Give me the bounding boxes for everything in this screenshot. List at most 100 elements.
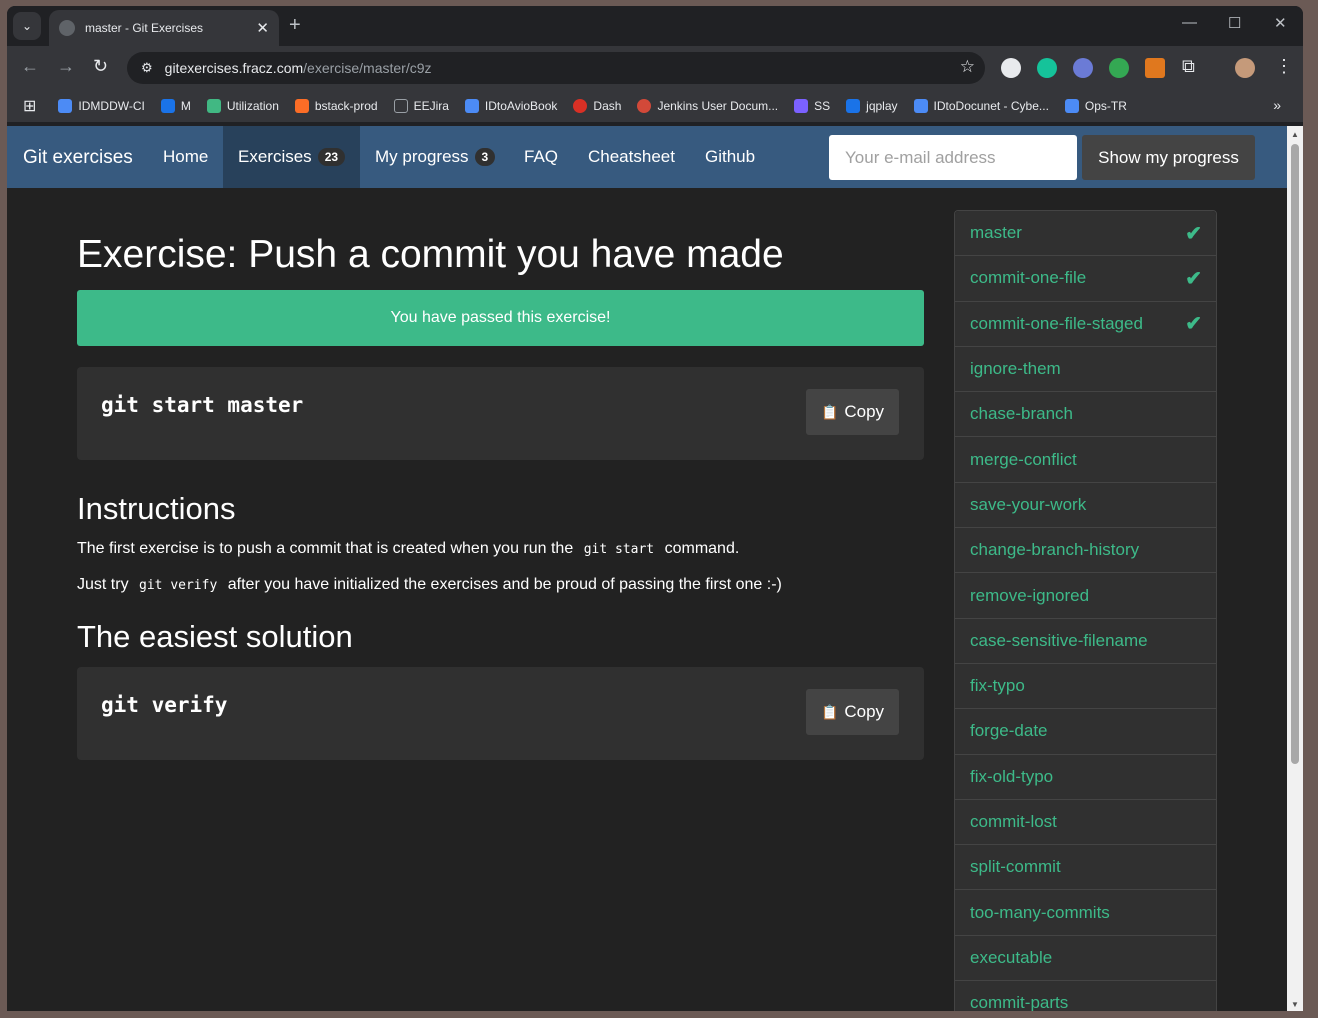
brand-link[interactable]: Git exercises <box>23 147 133 169</box>
email-input[interactable] <box>829 135 1077 180</box>
bookmark-8[interactable]: SS <box>794 99 830 113</box>
scroll-up-icon[interactable]: ▲ <box>1291 130 1299 139</box>
sidebar-item-save-your-work[interactable]: save-your-work <box>955 482 1216 529</box>
nav-github[interactable]: Github <box>690 126 770 188</box>
sidebar-item-master[interactable]: master ✔ <box>955 211 1216 257</box>
jira-icon <box>58 99 73 113</box>
triangle-icon <box>794 99 809 113</box>
forward-icon[interactable]: → <box>57 56 75 77</box>
clipboard-icon: 📋 <box>820 703 839 720</box>
nav-exercises-label: Exercises <box>238 147 312 166</box>
sidebar-item-fix-typo[interactable]: fix-typo <box>955 663 1216 710</box>
sidebar-item-fix-old-typo[interactable]: fix-old-typo <box>955 754 1216 800</box>
nav-cheatsheet[interactable]: Cheatsheet <box>573 126 690 188</box>
sidebar-item-remove-ignored[interactable]: remove-ignored <box>955 573 1216 619</box>
sidebar-item-label: too-many-commits <box>970 902 1110 922</box>
bookmark-star-icon[interactable]: ☆ <box>960 57 975 77</box>
clipboard-icon: 📋 <box>820 403 839 420</box>
sidebar-item-ignore-them[interactable]: ignore-them <box>955 346 1216 393</box>
extension-icon[interactable] <box>1073 58 1093 78</box>
extension-icon[interactable] <box>1001 58 1021 78</box>
url-text: gitexercises.fracz.com/exercise/master/c… <box>165 60 432 76</box>
solution-command: git verify <box>101 693 228 717</box>
sidebar-item-forge-date[interactable]: forge-date <box>955 709 1216 755</box>
apps-icon[interactable]: ⊞ <box>23 96 36 116</box>
copy-button[interactable]: 📋 Copy <box>806 689 899 735</box>
scroll-down-icon[interactable]: ▼ <box>1291 1000 1299 1009</box>
sidebar-item-label: commit-lost <box>970 812 1057 831</box>
extensions-puzzle-icon[interactable]: ⧉ <box>1182 56 1195 77</box>
menu-icon[interactable]: ⋮ <box>1275 56 1293 77</box>
sidebar-item-change-branch-history[interactable]: change-branch-history <box>955 528 1216 574</box>
nav-faq[interactable]: FAQ <box>509 126 573 188</box>
profile-avatar[interactable] <box>1235 58 1255 78</box>
sidebar-item-merge-conflict[interactable]: merge-conflict <box>955 437 1216 483</box>
solution-heading: The easiest solution <box>77 619 353 654</box>
sidebar-item-commit-parts[interactable]: commit-parts <box>955 981 1216 1011</box>
tab-search-button[interactable]: ⌄ <box>13 12 41 40</box>
sidebar-item-commit-lost[interactable]: commit-lost <box>955 799 1216 846</box>
page-scrollbar[interactable]: ▲ ▼ <box>1287 126 1303 1011</box>
play-icon <box>846 99 861 113</box>
grammarly-icon[interactable] <box>1037 58 1057 78</box>
extension-icon[interactable] <box>1145 58 1165 78</box>
nav-home[interactable]: Home <box>148 126 223 188</box>
instructions-paragraph-2: Just try git verify after you have initi… <box>77 575 924 596</box>
bookmark-6[interactable]: Dash <box>573 99 621 113</box>
bookmark-2[interactable]: Utilization <box>206 99 279 113</box>
bookmarks-bar: ⊞ IDMDDW-CI M Utilization bstack-prod EE… <box>7 90 1303 122</box>
p2-text: Just try <box>77 576 129 593</box>
sidebar-item-label: remove-ignored <box>970 585 1090 605</box>
check-extension-icon[interactable] <box>1109 58 1129 78</box>
sidebar-item-executable[interactable]: executable <box>955 935 1216 982</box>
close-window-icon[interactable]: ✕ <box>1274 14 1287 32</box>
browser-tab[interactable]: master - Git Exercises ✕ <box>49 10 279 46</box>
nav-progress-label: My progress <box>375 147 469 166</box>
nav-exercises[interactable]: Exercises 23 <box>223 126 361 188</box>
sidebar-item-label: commit-one-file <box>970 268 1087 288</box>
maximize-icon[interactable]: ☐ <box>1228 14 1241 32</box>
bookmark-label: IDMDDW-CI <box>78 99 145 113</box>
p1-text: The first exercise is to push a commit t… <box>77 540 574 557</box>
bookmark-7[interactable]: Jenkins User Docum... <box>637 99 778 113</box>
minimize-icon[interactable]: — <box>1182 14 1197 31</box>
browser-toolbar: ← → ↻ ⚙ gitexercises.fracz.com/exercise/… <box>7 46 1303 90</box>
sidebar-item-label: master <box>970 223 1022 243</box>
nav-my-progress[interactable]: My progress 3 <box>360 126 510 188</box>
sidebar-item-chase-branch[interactable]: chase-branch <box>955 392 1216 438</box>
bookmark-5[interactable]: IDtoAvioBook <box>464 99 557 113</box>
copy-button[interactable]: 📋 Copy <box>806 389 899 435</box>
sidebar-item-label: split-commit <box>970 857 1061 877</box>
sidebar-item-commit-one-file-staged[interactable]: commit-one-file-staged ✔ <box>955 301 1216 347</box>
address-bar[interactable]: ⚙ gitexercises.fracz.com/exercise/master… <box>127 52 985 84</box>
inline-code: git verify <box>139 578 218 593</box>
sidebar-item-label: fix-old-typo <box>970 766 1054 786</box>
bookmark-9[interactable]: jqplay <box>846 99 898 113</box>
sidebar-item-too-many-commits[interactable]: too-many-commits <box>955 890 1216 936</box>
sidebar-item-split-commit[interactable]: split-commit <box>955 845 1216 891</box>
scrollbar-thumb[interactable] <box>1291 144 1299 764</box>
close-tab-icon[interactable]: ✕ <box>256 19 269 37</box>
vue-icon <box>206 99 221 113</box>
bookmark-4[interactable]: EEJira <box>393 99 449 113</box>
start-command-box: git start master 📋 Copy <box>77 367 924 460</box>
sidebar-item-label: ignore-them <box>970 359 1061 379</box>
reload-icon[interactable]: ↻ <box>93 56 108 77</box>
site-info-icon[interactable]: ⚙ <box>141 60 153 76</box>
more-bookmarks-icon[interactable]: » <box>1273 97 1281 113</box>
bookmark-3[interactable]: bstack-prod <box>294 99 378 113</box>
sidebar-item-case-sensitive-filename[interactable]: case-sensitive-filename <box>955 618 1216 664</box>
show-progress-button[interactable]: Show my progress <box>1082 135 1255 180</box>
jenkins-icon <box>637 99 652 113</box>
bookmark-11[interactable]: Ops-TR <box>1064 99 1127 113</box>
bookmark-10[interactable]: IDtoDocunet - Cybe... <box>913 99 1049 113</box>
dash-icon <box>573 99 588 113</box>
bookmark-0[interactable]: IDMDDW-CI <box>58 99 145 113</box>
new-tab-button[interactable]: + <box>289 14 301 37</box>
check-icon: ✔ <box>1185 267 1202 290</box>
sidebar-item-commit-one-file[interactable]: commit-one-file ✔ <box>955 256 1216 302</box>
bookmark-1[interactable]: M <box>160 99 191 113</box>
back-icon[interactable]: ← <box>21 56 39 77</box>
folder-icon <box>393 99 408 113</box>
bookmark-label: bstack-prod <box>314 99 378 113</box>
